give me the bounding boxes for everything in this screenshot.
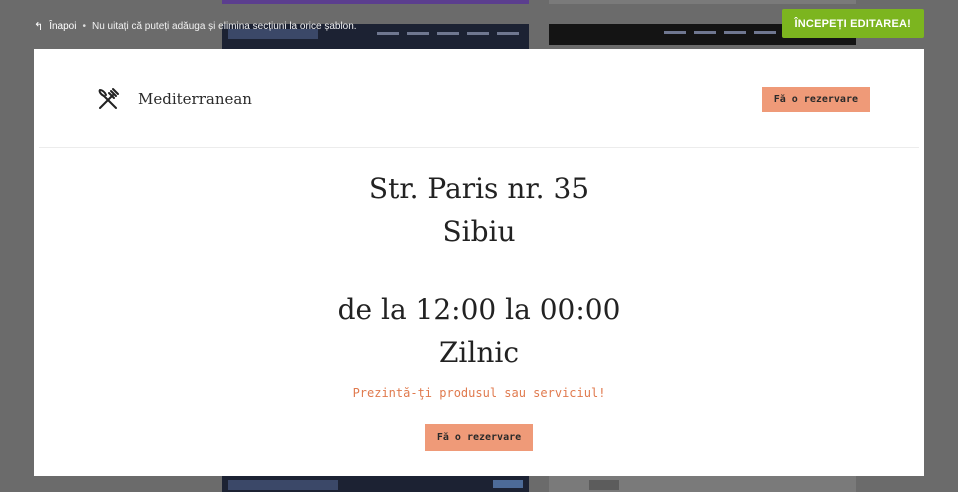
start-editing-button[interactable]: ÎNCEPEȚI EDITAREA! xyxy=(781,9,924,38)
opening-days: Zilnic xyxy=(438,336,520,369)
bg-thumb-shermer xyxy=(222,476,529,492)
address-street: Str. Paris nr. 35 xyxy=(368,172,590,205)
template-preview: Mediterranean Fă o rezervare Str. Paris … xyxy=(34,49,924,476)
bg-thumb-logo-3 xyxy=(589,480,619,490)
back-label: Înapoi xyxy=(49,21,77,32)
separator-dot: • xyxy=(82,21,86,32)
address-city: Sibiu xyxy=(442,215,516,248)
template-header: Mediterranean Fă o rezervare xyxy=(39,49,919,148)
template-content: Str. Paris nr. 35 Sibiu de la 12:00 la 0… xyxy=(34,167,924,451)
back-link[interactable]: ↰ Înapoi • Nu uitați că puteți adăuga și… xyxy=(34,20,357,33)
brand-name: Mediterranean xyxy=(138,90,252,108)
editor-topbar: ↰ Înapoi • Nu uitați că puteți adăuga și… xyxy=(0,0,958,48)
bg-thumb-button xyxy=(493,480,523,488)
back-arrow-icon: ↰ xyxy=(34,21,44,33)
opening-hours: de la 12:00 la 00:00 xyxy=(337,293,621,326)
bg-thumb-cs xyxy=(549,476,856,492)
fork-knife-icon xyxy=(96,87,120,111)
header-reserve-button[interactable]: Fă o rezervare xyxy=(761,87,870,112)
brand: Mediterranean xyxy=(96,87,252,111)
tagline: Prezintă-ţi produsul sau serviciul! xyxy=(352,386,606,400)
cta-reserve-button[interactable]: Fă o rezervare xyxy=(424,424,534,451)
bg-thumb-logo-2 xyxy=(228,480,338,490)
editor-hint-text: Nu uitați că puteți adăuga și elimina se… xyxy=(91,21,357,32)
